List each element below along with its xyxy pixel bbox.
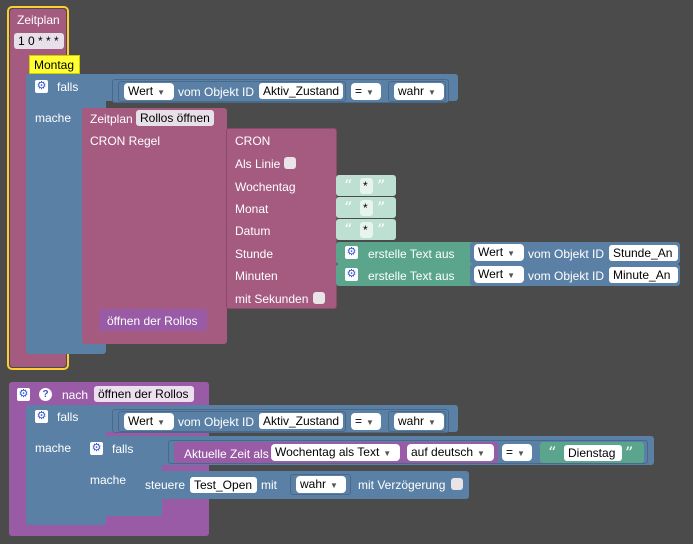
cron-label: CRON	[235, 134, 271, 148]
schedule-name-field[interactable]: Rollos öffnen	[136, 110, 214, 126]
gear-icon[interactable]: ⚙	[345, 246, 358, 259]
schedule-title: Zeitplan	[17, 13, 60, 27]
chevron-down-icon: ▼	[383, 449, 392, 458]
mit-sekunden-label: mit Sekunden	[235, 292, 309, 306]
quote-open-icon: “	[344, 220, 353, 239]
inner-if-label: falls	[112, 442, 134, 456]
time-format-dropdown[interactable]: Wochentag als Text ▼	[271, 444, 400, 461]
chevron-down-icon: ▼	[517, 449, 525, 458]
current-time-label: Aktuelle Zeit als	[184, 447, 269, 461]
control-label: steuere	[145, 478, 186, 492]
stunde-label: Stunde	[235, 247, 274, 261]
quote-close-icon: ”	[377, 220, 386, 239]
monat-text-field[interactable]: *	[360, 200, 373, 216]
bool-dropdown[interactable]: wahr ▼	[394, 83, 444, 100]
comment-text: Montag	[34, 58, 75, 72]
quote-close-icon: ”	[377, 176, 386, 195]
cron-field[interactable]: 1 0 * * *	[14, 33, 64, 49]
datum-text-field[interactable]: *	[360, 222, 373, 238]
mit-sekunden-checkbox[interactable]	[313, 292, 325, 304]
operator-dropdown[interactable]: = ▼	[351, 83, 381, 100]
wochentag-text-field[interactable]: *	[360, 178, 373, 194]
if-label: falls	[57, 80, 79, 94]
create-text-label: erstelle Text aus	[368, 247, 455, 261]
value-dropdown[interactable]: Wert ▼	[474, 244, 524, 261]
call-function-label: öffnen der Rollos	[107, 314, 198, 328]
inner-schedule-title: Zeitplan	[90, 112, 133, 126]
control-object-field[interactable]: Test_Open	[190, 477, 257, 493]
gear-icon[interactable]: ⚙	[35, 410, 48, 423]
help-icon[interactable]: ?	[39, 388, 52, 401]
if-label: falls	[57, 410, 79, 424]
with-label: mit	[261, 478, 277, 492]
function-name-field[interactable]: öffnen der Rollos	[94, 386, 194, 402]
als-linie-label: Als Linie	[235, 157, 281, 171]
chevron-down-icon: ▼	[366, 88, 374, 97]
inner-operator-dropdown[interactable]: = ▼	[502, 444, 532, 461]
object-id-label: vom Objekt ID	[178, 85, 255, 99]
object-id-field[interactable]: Minute_An	[609, 267, 678, 283]
bool-dropdown[interactable]: wahr ▼	[394, 413, 444, 430]
do-label: mache	[35, 441, 72, 455]
chevron-down-icon: ▼	[507, 249, 516, 258]
quote-open-icon: “	[344, 176, 353, 195]
quote-close-icon: ”	[377, 198, 386, 217]
object-id-label: vom Objekt ID	[528, 269, 605, 283]
operator-dropdown[interactable]: = ▼	[351, 413, 381, 430]
chevron-down-icon: ▼	[157, 418, 166, 427]
chevron-down-icon: ▼	[330, 481, 338, 490]
object-id-label: vom Objekt ID	[528, 247, 605, 261]
inner-do-label: mache	[90, 473, 127, 487]
object-id-field[interactable]: Aktiv_Zustand	[259, 413, 343, 429]
chevron-down-icon: ▼	[477, 449, 485, 458]
wochentag-label: Wochentag	[235, 180, 296, 194]
chevron-down-icon: ▼	[157, 88, 166, 97]
monat-label: Monat	[235, 202, 269, 216]
gear-icon[interactable]: ⚙	[17, 388, 30, 401]
chevron-down-icon: ▼	[366, 418, 374, 427]
chevron-down-icon: ▼	[428, 418, 436, 427]
object-id-field[interactable]: Stunde_An	[609, 245, 678, 261]
quote-open-icon: “	[344, 198, 353, 217]
gear-icon[interactable]: ⚙	[90, 442, 103, 455]
cron-rule-label: CRON Regel	[90, 134, 161, 148]
do-label: mache	[35, 111, 72, 125]
minuten-label: Minuten	[235, 269, 278, 283]
object-id-field[interactable]: Aktiv_Zustand	[259, 83, 343, 99]
datum-label: Datum	[235, 224, 271, 238]
als-linie-checkbox[interactable]	[284, 157, 296, 169]
gear-icon[interactable]: ⚙	[35, 80, 48, 93]
value-dropdown[interactable]: Wert ▼	[474, 266, 524, 283]
value-dropdown[interactable]: Wert ▼	[124, 413, 174, 430]
chevron-down-icon: ▼	[428, 88, 436, 97]
value-dropdown[interactable]: Wert ▼	[124, 83, 174, 100]
create-text-label: erstelle Text aus	[368, 269, 455, 283]
quote-open-icon: “	[548, 443, 557, 462]
quote-close-icon: ”	[625, 443, 634, 462]
function-prefix-label: nach	[62, 388, 89, 402]
chevron-down-icon: ▼	[507, 271, 516, 280]
delay-label: mit Verzögerung	[358, 478, 446, 492]
object-id-label: vom Objekt ID	[178, 415, 255, 429]
delay-checkbox[interactable]	[451, 478, 463, 490]
gear-icon[interactable]: ⚙	[345, 268, 358, 281]
day-text-field[interactable]: Dienstag	[564, 445, 622, 461]
time-language-dropdown[interactable]: auf deutsch ▼	[407, 444, 494, 461]
control-value-dropdown[interactable]: wahr ▼	[296, 476, 346, 493]
